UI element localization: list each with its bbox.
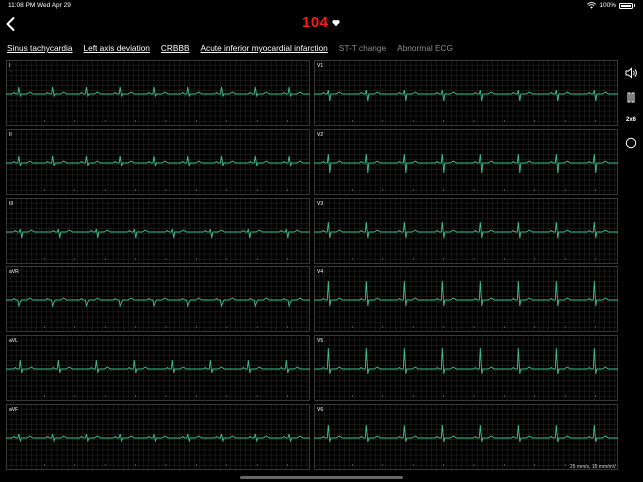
circle-icon	[625, 137, 637, 149]
lead-panel-V4: V4	[314, 266, 618, 333]
wifi-icon	[587, 2, 597, 9]
diagnosis-crbbb[interactable]: CRBBB	[161, 43, 190, 53]
layout-toggle-label: 2x6	[625, 117, 636, 123]
home-indicator	[240, 476, 403, 479]
diagnosis-sinus-tachycardia[interactable]: Sinus tachycardia	[7, 43, 73, 53]
ecg-trace-V6	[314, 404, 618, 470]
scale-label: 25 mm/s, 10 mm/mV	[569, 464, 616, 470]
ecg-panel: I II III aVR aVL aVF V1 V2 V3 V4 V5 V6	[6, 60, 618, 470]
ecg-waveform	[314, 281, 618, 307]
pause-icon	[627, 92, 635, 102]
ecg-trace-aVR	[6, 266, 310, 333]
heart-rate-display: 104	[302, 14, 340, 31]
ecg-trace-V5	[314, 335, 618, 402]
diagnosis-acute-inferior-mi[interactable]: Acute inferior myocardial infarction	[201, 43, 328, 53]
record-button[interactable]	[622, 136, 640, 150]
ecg-waveform	[6, 86, 310, 98]
ecg-waveform	[6, 360, 310, 374]
diagnosis-abnormal-ecg: Abnormal ECG	[397, 43, 453, 53]
ecg-waveform	[6, 433, 310, 443]
sound-button[interactable]	[622, 66, 640, 80]
lead-panel-V5: V5	[314, 335, 618, 402]
lead-label-aVL: aVL	[9, 338, 18, 345]
ecg-trace-aVL	[6, 335, 310, 402]
lead-panel-V3: V3	[314, 197, 618, 264]
back-chevron-icon[interactable]	[4, 16, 18, 32]
lead-label-I: I	[9, 63, 11, 69]
status-date: Wed Apr 29	[37, 2, 71, 9]
lead-label-V4: V4	[317, 269, 324, 276]
ecg-trace-III	[6, 197, 310, 264]
lead-label-V3: V3	[317, 200, 324, 207]
lead-label-V6: V6	[317, 407, 324, 413]
diagnosis-st-t-change: ST-T change	[338, 43, 387, 53]
ecg-waveform	[6, 297, 310, 309]
lead-panel-aVR: aVR	[6, 266, 310, 333]
ecg-waveform	[314, 221, 618, 238]
ecg-trace-I	[6, 60, 310, 126]
ecg-trace-V4	[314, 266, 618, 333]
lead-panel-V2: V2	[314, 128, 618, 195]
diagnosis-list: Sinus tachycardia Left axis deviation CR…	[7, 43, 453, 53]
lead-label-V5: V5	[317, 338, 324, 345]
ecg-waveform	[314, 153, 618, 173]
ecg-trace-II	[6, 128, 310, 195]
heart-rate-value: 104	[302, 14, 329, 31]
lead-label-II: II	[9, 131, 12, 138]
status-right: 100%	[587, 2, 635, 9]
lead-panel-I: I	[6, 60, 310, 126]
lead-label-V2: V2	[317, 131, 324, 138]
speaker-icon	[625, 67, 637, 79]
ecg-waveform	[314, 348, 618, 375]
lead-panel-aVF: aVF	[6, 404, 310, 470]
diagnosis-left-axis-deviation[interactable]: Left axis deviation	[84, 43, 150, 53]
status-time: 11:08 PM	[8, 2, 36, 9]
battery-icon	[619, 2, 633, 9]
lead-label-aVR: aVR	[9, 269, 19, 276]
lead-panel-aVL: aVL	[6, 335, 310, 402]
lead-panel-V6: V6	[314, 404, 618, 470]
pause-button[interactable]	[622, 90, 640, 104]
ecg-trace-V1	[314, 60, 618, 126]
ecg-trace-aVF	[6, 404, 310, 470]
heart-icon	[331, 19, 340, 26]
status-bar: 11:08 PM Wed Apr 29 100%	[0, 0, 643, 12]
battery-percent: 100%	[599, 2, 616, 9]
lead-panel-II: II	[6, 128, 310, 195]
battery-tip	[634, 4, 635, 7]
lead-label-III: III	[9, 200, 14, 207]
lead-panel-III: III	[6, 197, 310, 264]
lead-label-V1: V1	[317, 63, 324, 69]
layout-toggle-button[interactable]: 2x6	[622, 113, 640, 127]
ecg-trace-V2	[314, 128, 618, 195]
lead-panel-V1: V1	[314, 60, 618, 126]
ecg-trace-V3	[314, 197, 618, 264]
lead-label-aVF: aVF	[9, 407, 19, 413]
